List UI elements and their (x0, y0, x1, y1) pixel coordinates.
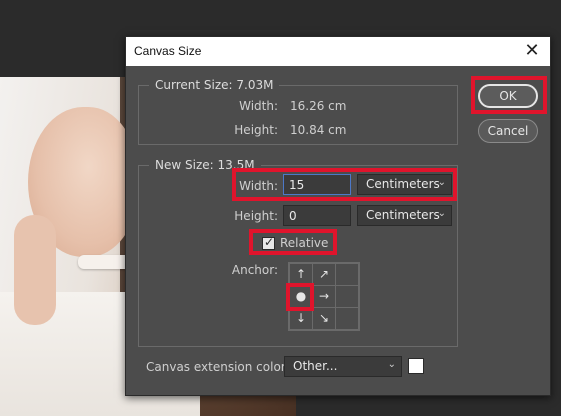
chevron-down-icon: ⌄ (387, 359, 396, 370)
anchor-cell-bottom-right[interactable] (335, 307, 359, 330)
new-height-unit-select[interactable]: Centimeters ⌄ (357, 205, 452, 226)
anchor-cell-top-center[interactable]: ↗ (312, 263, 336, 286)
current-width-value: 16.26 cm (290, 99, 347, 113)
canvas-extension-swatch[interactable] (408, 358, 424, 374)
highlight-anchor-center (286, 283, 314, 311)
current-size-legend: Current Size: 7.03M (149, 78, 280, 92)
canvas-extension-value: Other... (293, 359, 338, 373)
dialog-title: Canvas Size (134, 44, 202, 58)
anchor-cell-bottom-center[interactable]: ↘ (312, 307, 336, 330)
canvas-size-dialog: Canvas Size ✕ Current Size: 7.03M Width:… (125, 36, 551, 396)
canvas-extension-label: Canvas extension color: (146, 360, 290, 374)
anchor-cell-middle-right[interactable] (335, 285, 359, 308)
highlight-relative (249, 229, 337, 255)
current-height-value: 10.84 cm (290, 123, 347, 137)
dialog-titlebar: Canvas Size ✕ (126, 37, 550, 66)
anchor-label: Anchor: (231, 263, 278, 277)
highlight-ok (471, 76, 547, 114)
current-height-label: Height: (234, 123, 278, 137)
anchor-cell-top-right[interactable] (335, 263, 359, 286)
new-height-input[interactable] (283, 205, 351, 226)
chevron-down-icon: ⌄ (437, 208, 446, 219)
anchor-cell-middle-center[interactable]: → (312, 285, 336, 308)
cancel-button[interactable]: Cancel (478, 119, 538, 143)
highlight-width-input (232, 168, 457, 201)
new-height-unit-value: Centimeters (366, 208, 440, 222)
new-height-label: Height: (234, 209, 278, 223)
canvas-extension-select[interactable]: Other... ⌄ (284, 356, 402, 377)
current-width-label: Width: (239, 99, 278, 113)
photo-hand (14, 215, 56, 325)
close-icon[interactable]: ✕ (522, 41, 542, 61)
